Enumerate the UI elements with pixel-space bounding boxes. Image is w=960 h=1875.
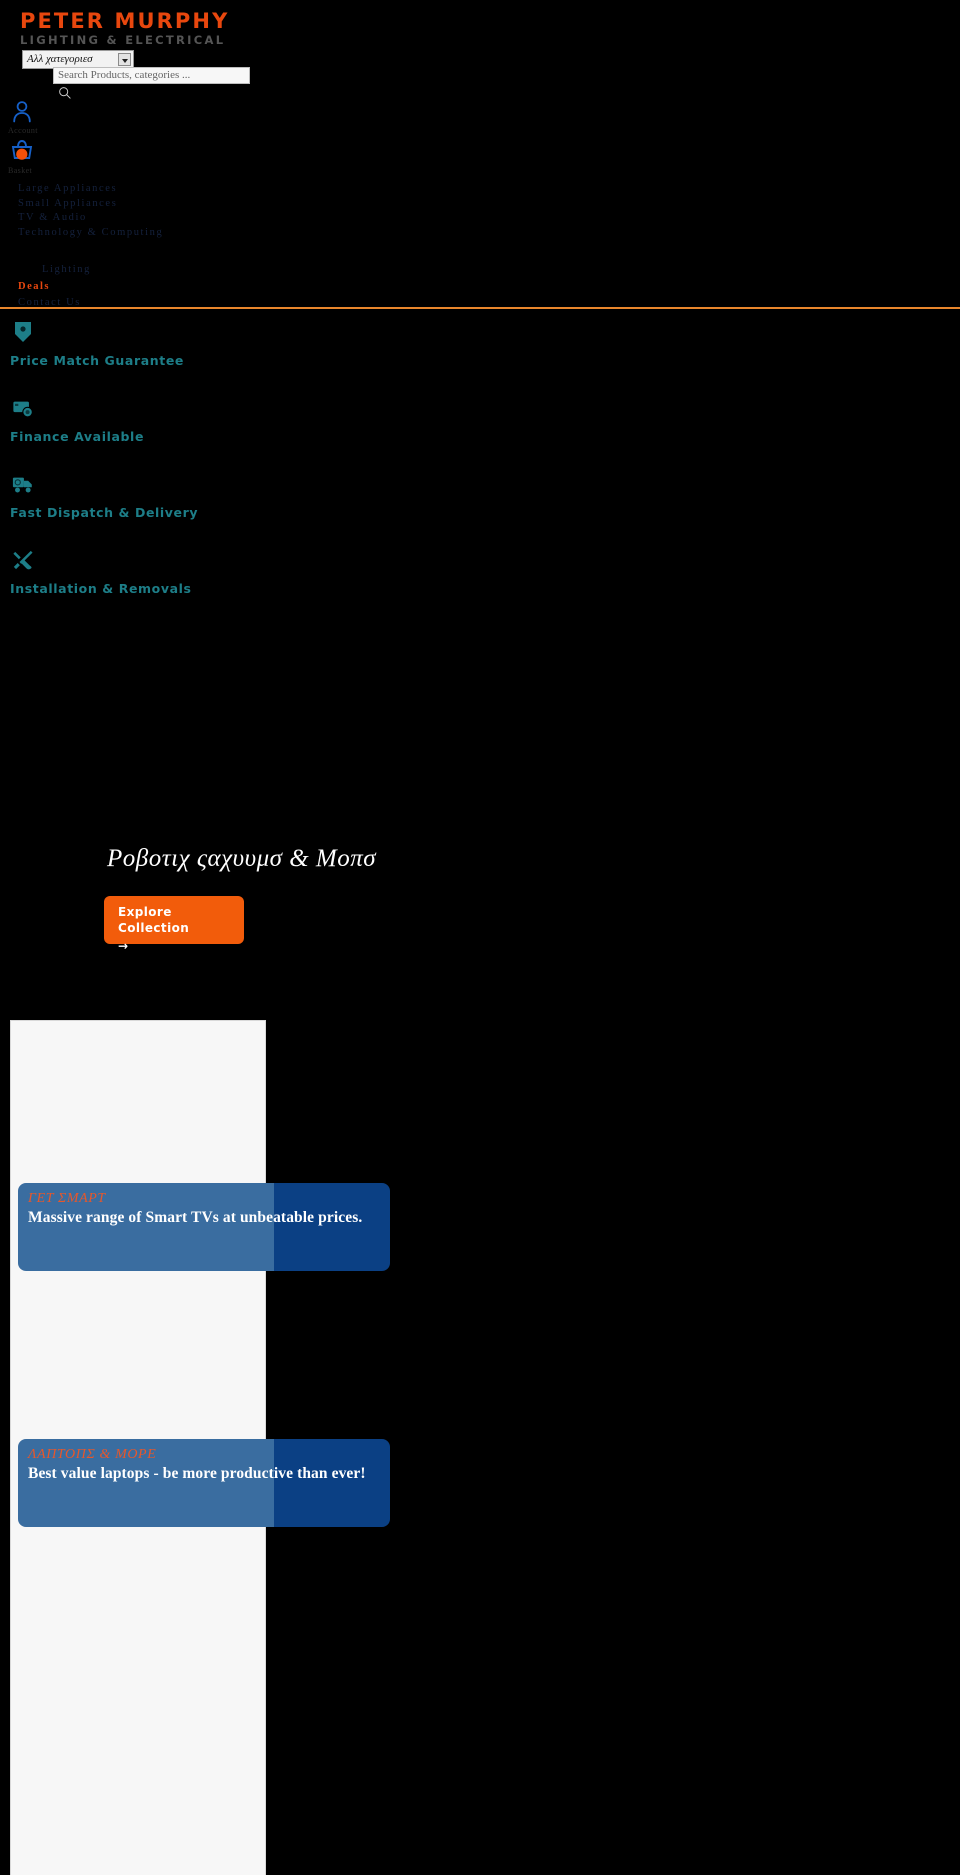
logo-secondary-text: LIGHTING & ELECTRICAL: [20, 33, 226, 48]
search-input[interactable]: Search Products, categories ...: [53, 67, 250, 84]
nav-item-deals[interactable]: Deals: [18, 280, 163, 294]
account-label: Account: [8, 126, 38, 135]
feature-price-match[interactable]: Price Match Guarantee: [10, 320, 310, 368]
promo-card-headline: Massive range of Smart TVs at unbeatable…: [28, 1209, 363, 1226]
search-icon[interactable]: [58, 86, 72, 100]
arrow-right-icon: →: [118, 939, 129, 953]
nav-item-technology-computing[interactable]: Technology & Computing: [18, 226, 163, 240]
feature-finance-available[interactable]: Finance Available: [10, 396, 310, 444]
nav-item-tv-audio[interactable]: TV & Audio: [18, 211, 163, 225]
feature-label: Installation & Removals: [10, 581, 192, 596]
chevron-down-icon[interactable]: [118, 53, 131, 66]
promo-card[interactable]: ΓΕΤ ΣΜΑΡΤ Massive range of Smart TVs at …: [18, 1183, 390, 1271]
feature-label: Fast Dispatch & Delivery: [10, 505, 199, 520]
feature-label: Finance Available: [10, 429, 145, 444]
promo-card-kicker: ΛΑΠΤΟΠΣ & ΜΟΡΕ: [28, 1447, 157, 1462]
promo-card-headline: Best value laptops - be more productive …: [28, 1465, 366, 1482]
promo-card-bg-right: [274, 1439, 390, 1527]
feature-fast-dispatch[interactable]: Fast Dispatch & Delivery: [10, 472, 310, 520]
basket-label: Basket: [8, 166, 33, 175]
feature-label: Price Match Guarantee: [10, 353, 184, 368]
basket-icon: [11, 140, 33, 160]
nav-divider: [0, 307, 960, 309]
basket-link[interactable]: Basket: [8, 138, 128, 175]
main-navigation: Large Appliances Small Appliances TV & A…: [18, 182, 163, 311]
promo-card-bg-right: [274, 1183, 390, 1271]
hero-title: Ροβοτιχ ςαχυυμσ & Μοπσ: [107, 845, 377, 872]
price-tag-icon: [15, 322, 31, 342]
feature-installation-removals[interactable]: Installation & Removals: [10, 548, 310, 596]
tools-icon: [13, 550, 33, 570]
logo-primary-text: PETER MURPHY: [20, 9, 230, 33]
search-bar: Αλλ χατεγοριεσ Search Products, categori…: [22, 50, 250, 99]
explore-collection-button[interactable]: Explore Collection →: [104, 896, 244, 953]
category-select-value: Αλλ χατεγοριεσ: [27, 53, 93, 65]
site-logo[interactable]: PETER MURPHY LIGHTING & ELECTRICAL: [20, 10, 229, 47]
promo-card-kicker: ΓΕΤ ΣΜΑΡΤ: [28, 1191, 106, 1206]
credit-card-icon: [13, 401, 33, 418]
nav-item-lighting[interactable]: Lighting: [18, 263, 163, 277]
promo-card[interactable]: ΛΑΠΤΟΠΣ & ΜΟΡΕ Best value laptops - be m…: [18, 1439, 390, 1527]
nav-item-large-appliances[interactable]: Large Appliances: [18, 182, 163, 196]
user-icon: [13, 101, 31, 123]
nav-item-small-appliances[interactable]: Small Appliances: [18, 197, 163, 211]
delivery-truck-icon: [12, 477, 32, 493]
page-root: PETER MURPHY LIGHTING & ELECTRICAL Αλλ χ…: [0, 0, 960, 1875]
account-link[interactable]: Account: [8, 100, 128, 135]
feature-strip: Price Match Guarantee Finance Available …: [10, 320, 310, 624]
explore-collection-label: Explore Collection: [118, 905, 190, 935]
